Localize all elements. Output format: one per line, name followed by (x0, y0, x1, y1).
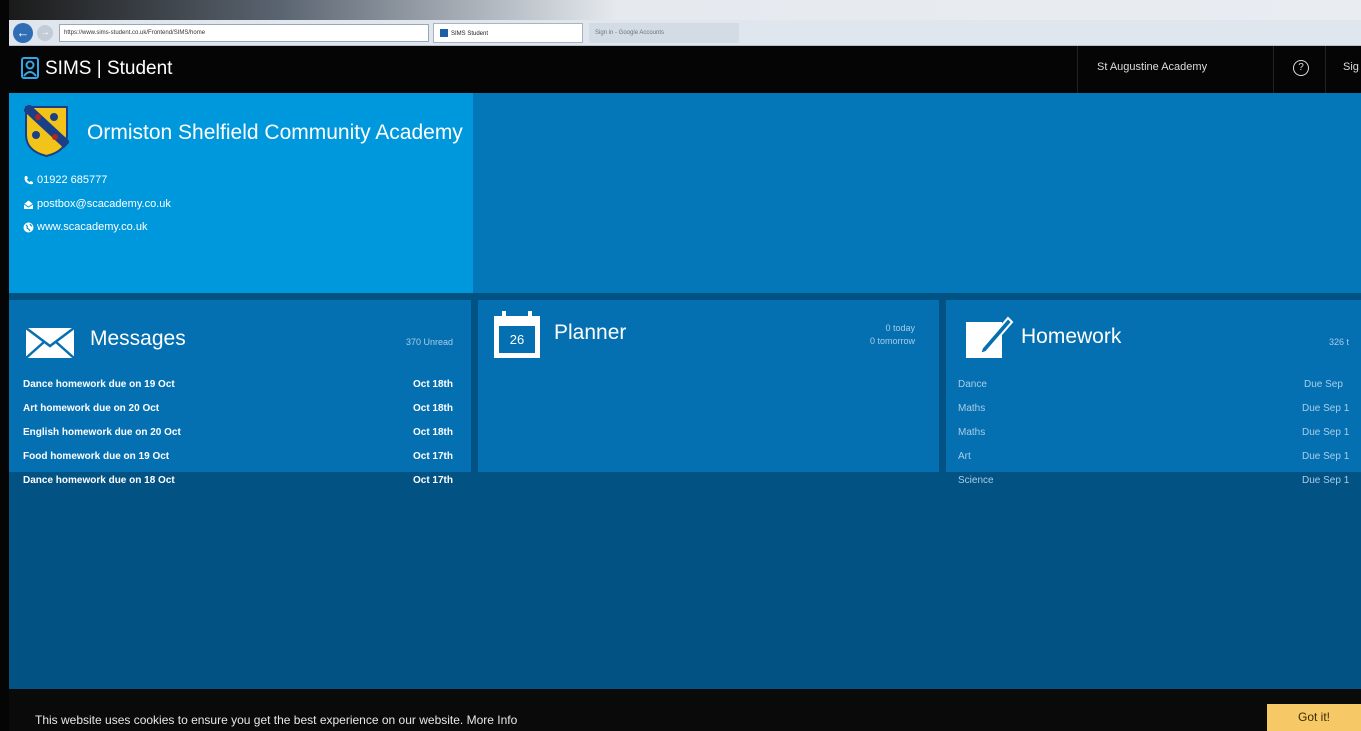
envelope-icon (25, 327, 75, 364)
school-info-panel: Ormiston Shelfield Community Academy 019… (9, 93, 473, 293)
planner-tile[interactable]: 26 Planner 0 today 0 tomorrow (478, 300, 939, 472)
message-subject[interactable]: Dance homework due on 18 Oct (23, 475, 175, 486)
school-name: Ormiston Shelfield Community Academy (87, 121, 463, 144)
homework-title: Homework (1021, 325, 1122, 348)
messages-title: Messages (90, 327, 186, 350)
header-divider (1325, 46, 1326, 93)
planner-title: Planner (554, 321, 627, 344)
school-switcher-link[interactable]: St Augustine Academy (1097, 61, 1207, 73)
message-date: Oct 17th (412, 475, 453, 486)
school-email[interactable]: postbox@scacademy.co.uk (23, 198, 171, 210)
message-subject[interactable]: Food homework due on 19 Oct (23, 451, 169, 462)
website-url: www.scacademy.co.uk (37, 221, 148, 233)
calendar-icon: 26 (492, 310, 542, 360)
phone-icon (24, 175, 33, 184)
browser-toolbar: ← → https://www.sims-student.co.uk/Front… (9, 20, 1361, 46)
browser-tab-inactive[interactable]: Sign in - Google Accounts (589, 23, 739, 43)
homework-due: Due Sep 1 (1302, 451, 1350, 462)
app-title[interactable]: SIMS | Student (45, 57, 172, 81)
address-bar[interactable]: https://www.sims-student.co.uk/Frontend/… (59, 24, 429, 42)
homework-subject[interactable]: Science (958, 475, 994, 486)
globe-icon (23, 222, 34, 232)
school-phone[interactable]: 01922 685777 (23, 174, 107, 186)
cookie-text: This website uses cookies to ensure you … (35, 713, 464, 727)
message-date: Oct 18th (412, 379, 453, 390)
email-address: postbox@scacademy.co.uk (37, 198, 171, 210)
header-divider (1077, 46, 1078, 93)
favicon-icon (440, 29, 448, 38)
header-divider (1273, 46, 1274, 93)
sign-out-link[interactable]: Sig (1343, 61, 1359, 73)
phone-number: 01922 685777 (37, 174, 108, 186)
calendar-day: 26 (509, 332, 525, 347)
homework-due: Due Sep 1 (1302, 427, 1350, 438)
help-icon[interactable]: ? (1293, 60, 1309, 76)
dashboard: Ormiston Shelfield Community Academy 019… (9, 93, 1361, 689)
cookie-accept-button[interactable]: Got it! (1267, 704, 1361, 731)
app-header: SIMS | Student St Augustine Academy ? Si… (9, 46, 1361, 93)
message-subject[interactable]: Art homework due on 20 Oct (23, 403, 159, 414)
banner-area (473, 93, 1361, 293)
homework-subject[interactable]: Maths (958, 403, 985, 414)
left-edge-strip (0, 0, 9, 731)
messages-tile[interactable]: Messages 370 Unread Dance homework due o… (9, 300, 471, 486)
forward-arrow-icon[interactable]: → (37, 25, 53, 41)
tab-label: SIMS Student (451, 31, 489, 37)
tab-label: Sign in - Google Accounts (595, 30, 665, 36)
planner-tomorrow: 0 tomorrow (869, 336, 915, 346)
homework-due: Due Sep 1 (1302, 475, 1350, 486)
school-crest-icon (22, 103, 71, 158)
homework-subject[interactable]: Art (958, 451, 971, 462)
message-date: Oct 17th (412, 451, 453, 462)
homework-tile[interactable]: Homework 326 t Dance Due Sep Maths Due S… (946, 300, 1361, 486)
browser-chrome: ← → https://www.sims-student.co.uk/Front… (9, 0, 1361, 46)
pencil-note-icon (964, 312, 1014, 367)
homework-count: 326 t (1329, 337, 1350, 347)
message-date: Oct 18th (412, 427, 453, 438)
messages-unread-count: 370 Unread (405, 337, 453, 347)
homework-due: Due Sep (1304, 379, 1343, 390)
homework-due: Due Sep 1 (1302, 403, 1350, 414)
cookie-message: This website uses cookies to ensure you … (35, 713, 517, 727)
homework-subject[interactable]: Dance (958, 379, 987, 390)
message-subject[interactable]: Dance homework due on 19 Oct (23, 379, 175, 390)
cookie-more-info-link[interactable]: More Info (467, 713, 518, 727)
homework-subject[interactable]: Maths (958, 427, 985, 438)
message-subject[interactable]: English homework due on 20 Oct (23, 427, 181, 438)
message-date: Oct 18th (412, 403, 453, 414)
back-arrow-icon[interactable]: ← (13, 23, 33, 43)
browser-tab-active[interactable]: SIMS Student (433, 23, 583, 43)
cookie-banner: This website uses cookies to ensure you … (9, 689, 1361, 731)
browser-title-bar (9, 0, 1361, 20)
sims-logo-icon (21, 57, 39, 79)
mail-icon (23, 200, 34, 209)
planner-today: 0 today (885, 323, 915, 333)
school-website[interactable]: www.scacademy.co.uk (23, 221, 147, 233)
